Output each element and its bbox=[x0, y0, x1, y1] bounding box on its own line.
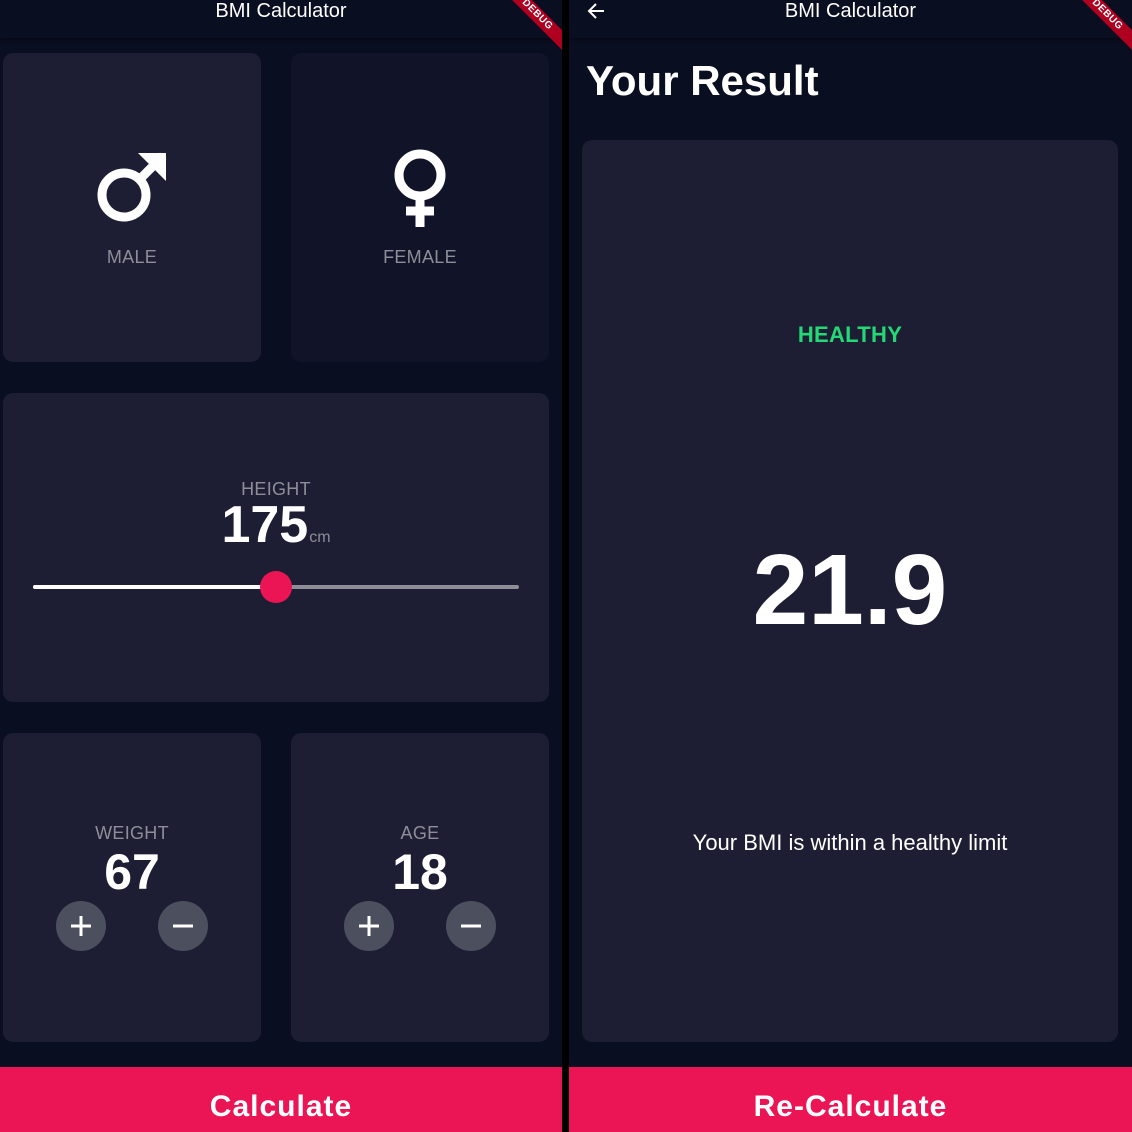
male-label: MALE bbox=[106, 247, 158, 267]
female-card[interactable]: FEMALE bbox=[291, 53, 549, 362]
debug-banner-label: DEBUG bbox=[502, 0, 562, 59]
weight-increment-button[interactable] bbox=[56, 901, 106, 951]
bmi-status-label: HEALTHY bbox=[797, 322, 903, 347]
male-symbol-icon bbox=[97, 152, 167, 222]
female-symbol-icon bbox=[394, 149, 446, 227]
age-increment-button[interactable] bbox=[344, 901, 394, 951]
age-label: AGE bbox=[400, 823, 440, 843]
height-slider-thumb[interactable] bbox=[260, 571, 292, 603]
weight-label: WEIGHT bbox=[95, 823, 169, 843]
weight-card: WEIGHT 67 bbox=[3, 733, 261, 1042]
height-slider-active-track bbox=[33, 585, 276, 589]
minus-icon bbox=[173, 924, 193, 928]
height-unit: cm bbox=[309, 529, 331, 546]
age-value: 18 bbox=[392, 844, 448, 900]
age-decrement-button[interactable] bbox=[446, 901, 496, 951]
app-bar: BMI Calculator bbox=[569, 0, 1132, 38]
app-bar-title: BMI Calculator bbox=[784, 0, 917, 22]
debug-banner-label: DEBUG bbox=[1072, 0, 1132, 59]
plus-icon bbox=[359, 916, 379, 936]
age-card: AGE 18 bbox=[291, 733, 549, 1042]
height-readout: 175cm bbox=[3, 497, 549, 553]
result-screen: BMI Calculator DEBUG Your Result HEALTHY… bbox=[569, 0, 1132, 1132]
debug-banner: DEBUG bbox=[502, 0, 562, 60]
height-card: HEIGHT 175cm bbox=[3, 393, 549, 702]
input-screen: BMI Calculator DEBUG MALE FEMALE HEIGHT … bbox=[0, 0, 562, 1132]
plus-icon bbox=[71, 916, 91, 936]
weight-decrement-button[interactable] bbox=[158, 901, 208, 951]
female-label: FEMALE bbox=[383, 247, 457, 267]
recalculate-button[interactable]: Re-Calculate bbox=[569, 1067, 1132, 1132]
page-title: Your Result bbox=[586, 57, 819, 104]
calculate-button[interactable]: Calculate bbox=[0, 1067, 562, 1132]
male-card[interactable]: MALE bbox=[3, 53, 261, 362]
bmi-interpretation: Your BMI is within a healthy limit bbox=[692, 830, 1008, 855]
minus-icon bbox=[461, 924, 481, 928]
bmi-value: 21.9 bbox=[752, 534, 948, 646]
app-bar-title: BMI Calculator bbox=[215, 0, 347, 22]
weight-value: 67 bbox=[104, 844, 160, 900]
debug-banner: DEBUG bbox=[1072, 0, 1132, 60]
app-bar: BMI Calculator bbox=[0, 0, 562, 38]
height-value: 175 bbox=[221, 496, 309, 554]
result-card: HEALTHY 21.9 Your BMI is within a health… bbox=[582, 140, 1118, 1042]
